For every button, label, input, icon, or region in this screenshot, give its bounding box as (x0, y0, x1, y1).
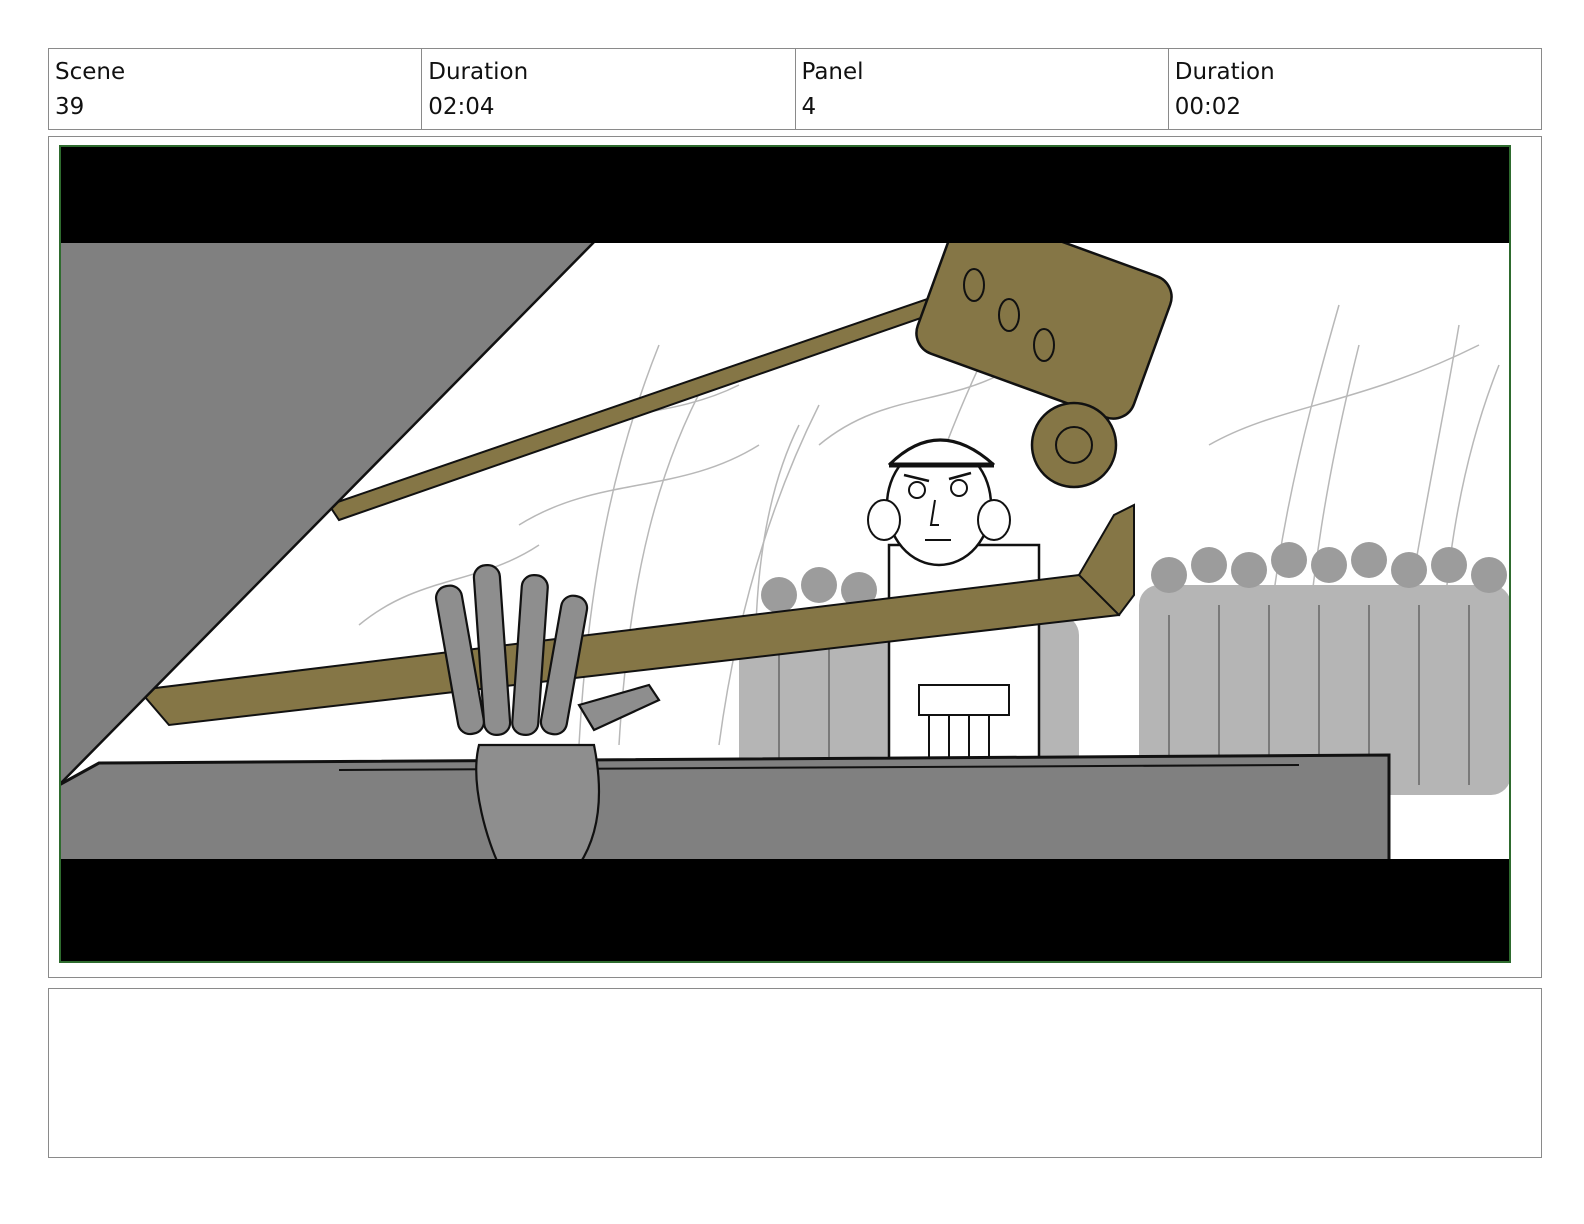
panel-notes-box (48, 988, 1542, 1158)
scene-cell: Scene 39 (49, 49, 423, 129)
scene-duration-cell: Duration 02:04 (422, 49, 796, 129)
panel-cell: Panel 4 (796, 49, 1169, 129)
letterbox-bottom (59, 859, 1511, 963)
panel-label: Panel (801, 59, 864, 85)
storyboard-frame (48, 136, 1542, 978)
scene-value: 39 (55, 94, 85, 120)
scene-label: Scene (55, 59, 126, 85)
panel-duration-value: 00:02 (1174, 94, 1242, 120)
scene-duration-value: 02:04 (428, 94, 495, 120)
panel-value: 4 (801, 94, 817, 120)
letterbox-top (59, 145, 1511, 243)
panel-info-header: Scene 39 Duration 02:04 Panel 4 Duration… (48, 48, 1542, 130)
scene-duration-label: Duration (428, 59, 529, 85)
storyboard-sketch-image (59, 145, 1511, 963)
piano-body (59, 753, 1391, 867)
panel-duration-cell: Duration 00:02 (1169, 49, 1541, 129)
panel-duration-label: Duration (1174, 59, 1275, 85)
